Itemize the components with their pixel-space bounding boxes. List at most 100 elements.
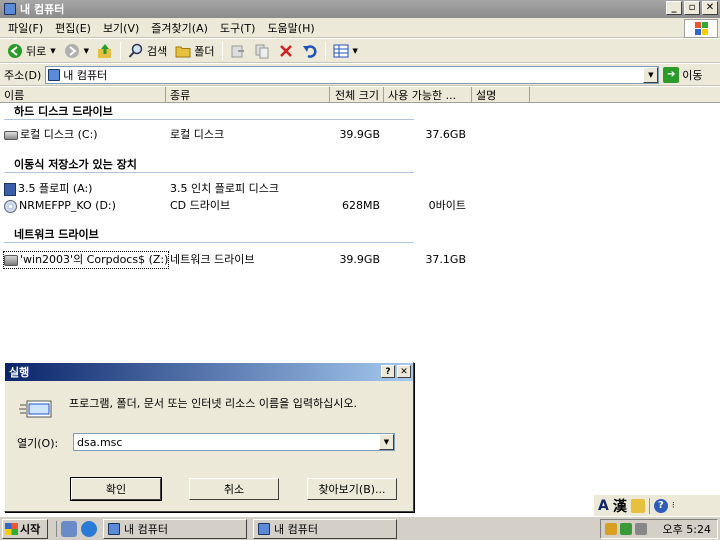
column-type[interactable]: 종류 — [166, 87, 330, 103]
search-icon — [128, 43, 143, 58]
go-label: 이동 — [682, 68, 703, 82]
help-button[interactable]: ? — [381, 365, 395, 378]
my-computer-icon — [258, 522, 270, 535]
item-type: CD 드라이브 — [170, 199, 231, 212]
up-folder-icon — [98, 43, 112, 58]
copy-to-button[interactable] — [250, 41, 274, 61]
address-value: 내 컴퓨터 — [63, 68, 108, 82]
dialog-close-button[interactable]: ✕ — [397, 365, 411, 378]
menu-bar: 파일(F) 편집(E) 보기(V) 즐겨찾기(A) 도구(T) 도움말(H) — [0, 18, 720, 38]
item-total-size: 39.9GB — [339, 253, 380, 266]
address-input[interactable]: 내 컴퓨터 ▼ — [45, 65, 660, 84]
quick-launch — [56, 520, 97, 537]
open-dropdown-button[interactable]: ▼ — [379, 434, 394, 450]
ime-pad-icon[interactable] — [630, 498, 645, 513]
window-title: 내 컴퓨터 — [20, 3, 65, 16]
toolbar-separator — [221, 41, 223, 60]
delete-button[interactable] — [274, 41, 298, 61]
ime-tray-icon[interactable] — [635, 523, 647, 535]
undo-icon — [302, 44, 317, 58]
run-dialog-title: 실행 — [9, 366, 30, 379]
menu-edit[interactable]: 편집(E) — [51, 20, 95, 36]
search-button[interactable]: 검색 — [124, 41, 171, 61]
network-drive-icon — [4, 254, 18, 266]
back-button[interactable]: 뒤로 ▼ — [3, 41, 60, 61]
column-total-size[interactable]: 전체 크기 — [330, 87, 384, 103]
column-header: 이름 종류 전체 크기 사용 가능한 ... 설명 — [0, 87, 720, 103]
input-mode-button[interactable]: A — [598, 498, 609, 514]
menu-tools[interactable]: 도구(T) — [216, 20, 260, 36]
folders-label: 폴더 — [194, 44, 215, 58]
my-computer-icon — [4, 3, 16, 15]
my-computer-icon — [108, 522, 120, 535]
langbar-help-icon[interactable]: ? — [653, 498, 668, 513]
back-dropdown-icon[interactable]: ▼ — [50, 47, 55, 55]
item-name: 'win2003'의 Corpdocs$ (Z:) — [20, 253, 169, 266]
views-dropdown-icon[interactable]: ▼ — [353, 47, 358, 55]
column-name[interactable]: 이름 — [0, 87, 166, 103]
internet-explorer-icon[interactable] — [81, 520, 97, 537]
taskbar-item-my-computer[interactable]: 내 컴퓨터 — [253, 518, 397, 539]
cancel-button[interactable]: 취소 — [189, 478, 279, 500]
open-command-input[interactable]: dsa.msc ▼ — [73, 433, 395, 451]
menu-help[interactable]: 도움말(H) — [263, 20, 318, 36]
security-shield-icon[interactable] — [605, 523, 617, 535]
open-command-value: dsa.msc — [77, 435, 123, 449]
group-network-drives: 네트워크 드라이브 — [14, 228, 99, 241]
network-tray-icon[interactable] — [620, 523, 632, 535]
address-label: 주소(D) — [4, 68, 42, 82]
back-arrow-icon — [8, 43, 22, 58]
item-free-space: 37.1GB — [425, 253, 466, 266]
forward-arrow-icon — [64, 43, 79, 58]
forward-button[interactable]: ▼ — [60, 41, 93, 61]
column-free-space[interactable]: 사용 가능한 ... — [384, 87, 472, 103]
run-dialog-title-bar[interactable]: 실행 ? ✕ — [5, 363, 413, 381]
minimize-button[interactable]: _ — [666, 1, 682, 15]
floppy-icon — [4, 182, 16, 196]
close-button[interactable]: ✕ — [702, 1, 718, 15]
folders-button[interactable]: 폴더 — [171, 41, 218, 61]
group-removable-storage: 이동식 저장소가 있는 장치 — [14, 158, 137, 171]
list-item[interactable]: 로컬 디스크 (C:) 로컬 디스크 39.9GB 37.6GB — [4, 127, 720, 143]
go-button[interactable]: ➔ 이동 — [663, 66, 703, 83]
hard-drive-icon — [4, 130, 18, 140]
list-item[interactable]: 'win2003'의 Corpdocs$ (Z:) 네트워크 드라이브 39.9… — [2, 251, 720, 269]
item-free-space: 0바이트 — [428, 199, 466, 212]
open-label: 열기(O): — [17, 437, 59, 450]
column-description[interactable]: 설명 — [472, 87, 530, 103]
move-to-button[interactable] — [226, 41, 250, 61]
list-item[interactable]: 3.5 플로피 (A:) 3.5 인치 플로피 디스크 — [4, 181, 720, 197]
list-item[interactable]: NRMEFPP_KO (D:) CD 드라이브 628MB 0바이트 — [4, 198, 720, 214]
menu-view[interactable]: 보기(V) — [99, 20, 143, 36]
browse-button[interactable]: 찾아보기(B)... — [307, 478, 397, 500]
hanja-button[interactable]: 漢 — [613, 496, 627, 516]
my-computer-icon — [48, 68, 61, 81]
maximize-button[interactable]: ▫ — [684, 1, 700, 15]
menu-file[interactable]: 파일(F) — [4, 20, 47, 36]
forward-dropdown-icon[interactable]: ▼ — [84, 47, 89, 55]
toolbar: 뒤로 ▼ ▼ 검색 폴더 ▼ — [0, 39, 720, 63]
move-to-icon — [231, 45, 244, 57]
back-label: 뒤로 — [26, 44, 47, 58]
language-bar: A 漢 ? ⁝ — [594, 494, 720, 516]
system-tray: 오후 5:24 — [600, 519, 718, 539]
undo-button[interactable] — [298, 41, 322, 61]
views-button[interactable]: ▼ — [329, 41, 362, 61]
ok-button[interactable]: 확인 — [70, 477, 162, 501]
up-folder-button[interactable] — [93, 41, 117, 61]
taskbar-item-my-computer[interactable]: 내 컴퓨터 — [103, 518, 247, 539]
item-type: 3.5 인치 플로피 디스크 — [170, 182, 279, 195]
clock[interactable]: 오후 5:24 — [663, 521, 717, 537]
go-arrow-icon: ➔ — [663, 66, 680, 83]
show-desktop-icon[interactable] — [61, 520, 77, 537]
menu-favorites[interactable]: 즐겨찾기(A) — [147, 20, 212, 36]
item-type: 네트워크 드라이브 — [170, 253, 255, 266]
title-bar[interactable]: 내 컴퓨터 _ ▫ ✕ — [0, 0, 720, 18]
group-hard-drives: 하드 디스크 드라이브 — [14, 105, 113, 118]
item-free-space: 37.6GB — [425, 128, 466, 141]
address-bar: 주소(D) 내 컴퓨터 ▼ ➔ 이동 — [0, 64, 720, 86]
address-dropdown-button[interactable]: ▼ — [643, 66, 659, 83]
folder-icon — [175, 46, 191, 57]
start-button[interactable]: 시작 — [2, 518, 48, 539]
langbar-options-icon[interactable]: ⁝ — [672, 501, 675, 511]
